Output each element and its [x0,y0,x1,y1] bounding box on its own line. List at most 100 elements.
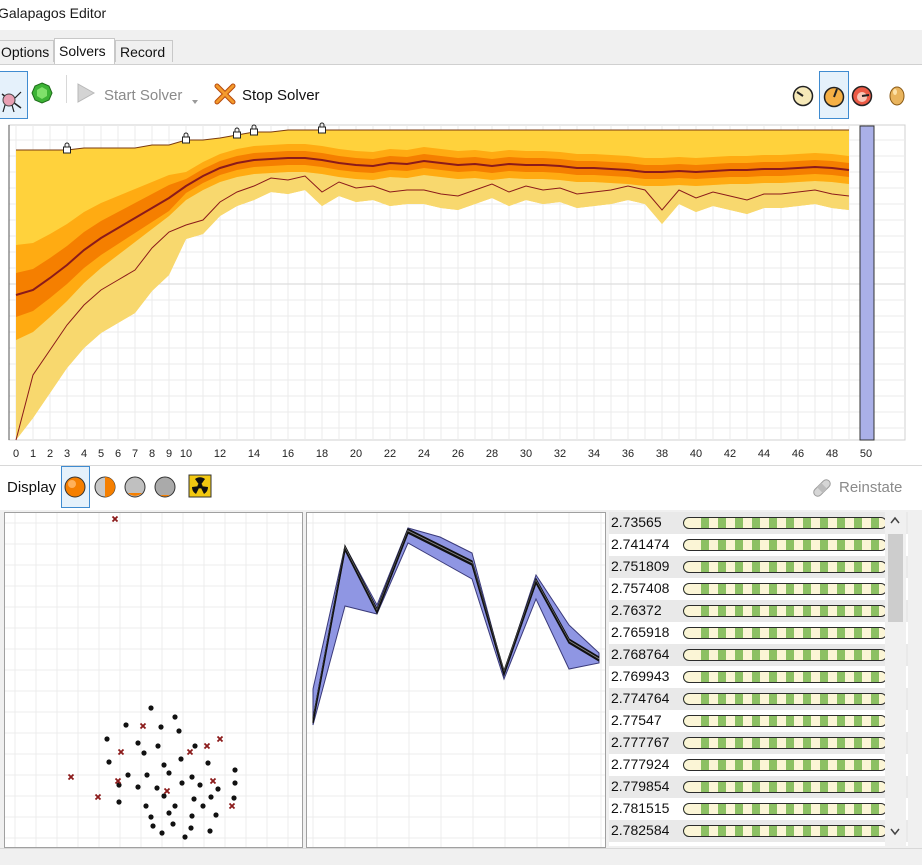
genome-row[interactable]: 2.76372 [609,600,908,622]
radiation-button[interactable] [188,474,212,498]
genome-dot [144,772,150,778]
lock-body [63,146,71,154]
genome-row[interactable]: 2.781515 [609,798,908,820]
genome-cross [228,802,236,810]
genome-row[interactable]: 2.77547 [609,710,908,732]
title-bar: Galapagos Editor [0,0,922,30]
gene-bar-cap [684,826,693,836]
genome-dot [189,813,195,819]
genome-dot [155,743,161,749]
genome-dot [135,740,141,746]
reinstate-button[interactable]: Reinstate [839,479,902,496]
x-tick-label: 8 [149,448,155,460]
display-dark-button[interactable] [154,476,176,498]
annealing-solver-button[interactable] [31,82,53,104]
gene-bar-cap [684,672,693,682]
egg-button[interactable] [887,83,907,107]
genome-row[interactable]: 2.751809 [609,556,908,578]
genome-fitness-value: 2.77547 [611,712,662,728]
gene-bar-cap [684,540,693,550]
display-grey-button[interactable] [124,476,146,498]
genome-graph-svg [307,513,605,847]
genome-fitness-value: 2.782584 [611,822,670,838]
genome-gene-bar [683,605,887,617]
genome-row[interactable]: 2.769943 [609,666,908,688]
tab-solvers[interactable]: Solvers [54,38,115,64]
window-title: Galapagos Editor [0,5,107,21]
x-tick-label: 16 [282,448,294,460]
genome-gene-bar [683,781,887,793]
genome-fitness-value: 2.757408 [611,580,670,596]
stop-solver-button[interactable]: Stop Solver [242,87,320,105]
evolutionary-solver-button[interactable] [0,71,28,119]
x-tick-label: 34 [588,448,600,460]
gene-bar-cap [684,562,693,572]
x-tick-label: 12 [214,448,226,460]
genome-row[interactable]: 2.777767 [609,732,908,754]
speed-slow-button[interactable] [792,85,814,107]
gene-bar-cap [684,804,693,814]
genome-row[interactable]: 2.774764 [609,688,908,710]
gene-bar-cap [684,628,693,638]
x-tick-label: 48 [826,448,838,460]
genome-row[interactable]: 2.777924 [609,754,908,776]
display-half-button[interactable] [94,476,116,498]
tab-record[interactable]: Record [115,40,173,62]
genome-cross [163,787,171,795]
genome-dot [143,803,149,809]
x-tick-label: 24 [418,448,430,460]
genome-row[interactable]: 2.757408 [609,578,908,600]
x-tick-label: 22 [384,448,396,460]
genome-dot [179,780,185,786]
gene-bar-cap [684,694,693,704]
tab-options[interactable]: Options [0,40,54,62]
display-grey-ball-icon [124,476,146,498]
x-tick-label: 9 [166,448,172,460]
genome-row[interactable]: 2.73565 [609,512,908,534]
genome-dot [182,834,188,840]
display-bar: Display Reinstate [0,465,922,510]
scroll-down-icon[interactable] [890,828,900,836]
display-orange-button[interactable] [61,466,90,508]
genome-row[interactable]: 2.782584 [609,820,908,842]
genome-fitness-value: 2.768764 [611,646,670,662]
genome-dot [191,796,197,802]
speed-medium-button[interactable] [819,71,849,119]
radiation-icon [188,474,212,498]
genome-row[interactable]: 2.741474 [609,534,908,556]
genome-row[interactable]: 2.768764 [609,644,908,666]
genome-cross [209,777,217,785]
stop-solver-x-icon [214,83,236,105]
genome-gene-bar [683,759,887,771]
current-generation-bar[interactable] [859,125,875,441]
x-tick-label: 26 [452,448,464,460]
genome-dot [208,794,214,800]
genome-dot [159,830,165,836]
genome-dot [135,784,141,790]
genome-fitness-value: 2.769943 [611,668,670,684]
genome-dot [207,828,213,834]
x-tick-label: 36 [622,448,634,460]
genome-dot [232,767,238,773]
x-tick-label: 0 [13,448,19,460]
genome-list[interactable]: 2.73565 2.741474 2.751809 2.757408 2.76372 2.… [609,512,908,846]
genome-dot [205,760,211,766]
x-tick-label: 4 [81,448,87,460]
genome-row[interactable]: 2.779854 [609,776,908,798]
start-solver-button[interactable]: Start Solver [104,87,182,105]
chevron-down-icon[interactable] [191,92,199,104]
gene-bar-cap [684,606,693,616]
genome-row[interactable]: 2.765918 [609,622,908,644]
x-tick-label: 18 [316,448,328,460]
genome-list-scrollbar[interactable] [885,512,906,846]
genome-cross [203,742,211,750]
x-tick-label: 50 [860,448,872,460]
scroll-up-icon[interactable] [890,516,900,524]
genome-cross [94,793,102,801]
x-tick-label: 20 [350,448,362,460]
speed-fast-button[interactable] [851,85,873,107]
scroll-thumb[interactable] [888,534,903,622]
x-tick-label: 3 [64,448,70,460]
display-label: Display [7,479,57,496]
genome-fitness-value: 2.774764 [611,690,670,706]
